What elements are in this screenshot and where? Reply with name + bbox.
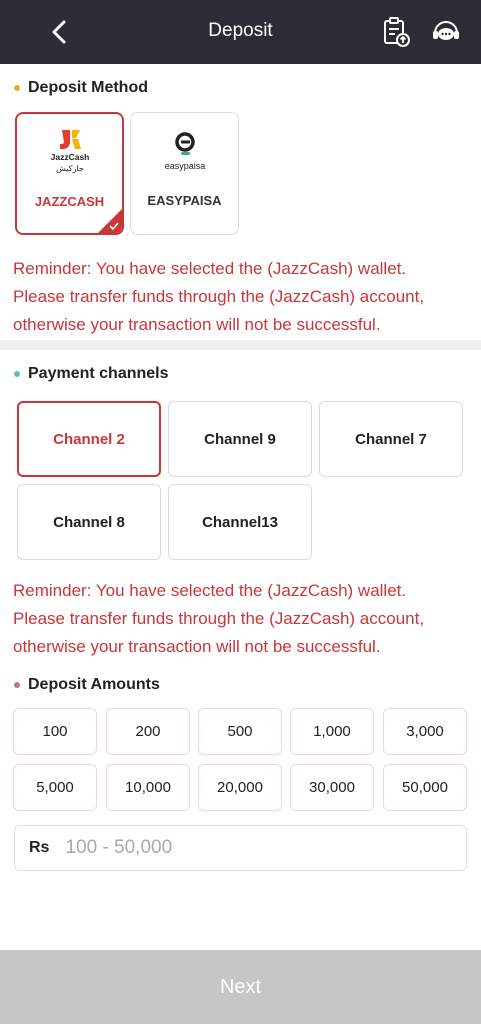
svg-text:جازکیش: جازکیش (56, 164, 84, 173)
amount-option[interactable]: 500 (198, 708, 282, 755)
deposit-method-title: Deposit Method (28, 79, 148, 96)
channel-option[interactable]: Channel 9 (168, 401, 312, 477)
next-button[interactable]: Next (0, 950, 481, 1024)
amount-option[interactable]: 200 (106, 708, 190, 755)
section-dot-icon (14, 371, 20, 377)
reminder-text-1: Reminder: You have selected the (JazzCas… (13, 259, 425, 334)
chevron-left-icon (52, 20, 66, 44)
jazzcash-logo: JazzCash جازکیش (17, 126, 122, 178)
deposit-amounts-title: Deposit Amounts (28, 676, 160, 693)
payment-channels-heading: Payment channels (14, 365, 169, 383)
channel-option[interactable]: Channel13 (168, 484, 312, 560)
method-easypaisa[interactable]: easypaisa EASYPAISA (130, 112, 239, 235)
back-button[interactable] (40, 12, 80, 52)
deposit-amounts-heading: Deposit Amounts (14, 676, 160, 694)
method-jazzcash-label: JAZZCASH (34, 194, 105, 209)
channel-option[interactable]: Channel 7 (319, 401, 463, 477)
payment-channels-title: Payment channels (28, 365, 169, 382)
amount-option[interactable]: 3,000 (383, 708, 467, 755)
header-bar: Deposit (0, 0, 481, 64)
amount-option[interactable]: 10,000 (106, 764, 190, 811)
deposit-method-heading: Deposit Method (14, 79, 148, 97)
channel-option[interactable]: Channel 8 (17, 484, 161, 560)
method-easypaisa-label: EASYPAISA (147, 193, 222, 208)
method-jazzcash[interactable]: JazzCash جازکیش JAZZCASH (15, 112, 124, 235)
deposit-record-button[interactable] (378, 14, 414, 50)
svg-text:easypaisa: easypaisa (164, 161, 205, 171)
customer-service-button[interactable] (428, 14, 464, 50)
amount-option[interactable]: 5,000 (13, 764, 97, 811)
currency-label: Rs (29, 839, 50, 856)
checkmark-icon (109, 222, 119, 231)
amount-option[interactable]: 100 (13, 708, 97, 755)
section-divider (0, 340, 481, 350)
amount-field[interactable]: Rs (14, 825, 467, 871)
amount-option[interactable]: 50,000 (383, 764, 467, 811)
clipboard-upload-icon (384, 17, 410, 47)
amount-option[interactable]: 1,000 (290, 708, 374, 755)
channel-option[interactable]: Channel 2 (17, 401, 161, 477)
easypaisa-logo: easypaisa (131, 125, 238, 177)
amount-option[interactable]: 30,000 (290, 764, 374, 811)
amount-input[interactable] (65, 837, 426, 859)
svg-text:JazzCash: JazzCash (50, 152, 89, 162)
section-dot-icon (14, 682, 20, 688)
section-dot-icon (14, 85, 20, 91)
reminder-text-2: Reminder: You have selected the (JazzCas… (13, 581, 425, 656)
customer-service-icon (433, 21, 459, 40)
amount-option[interactable]: 20,000 (198, 764, 282, 811)
